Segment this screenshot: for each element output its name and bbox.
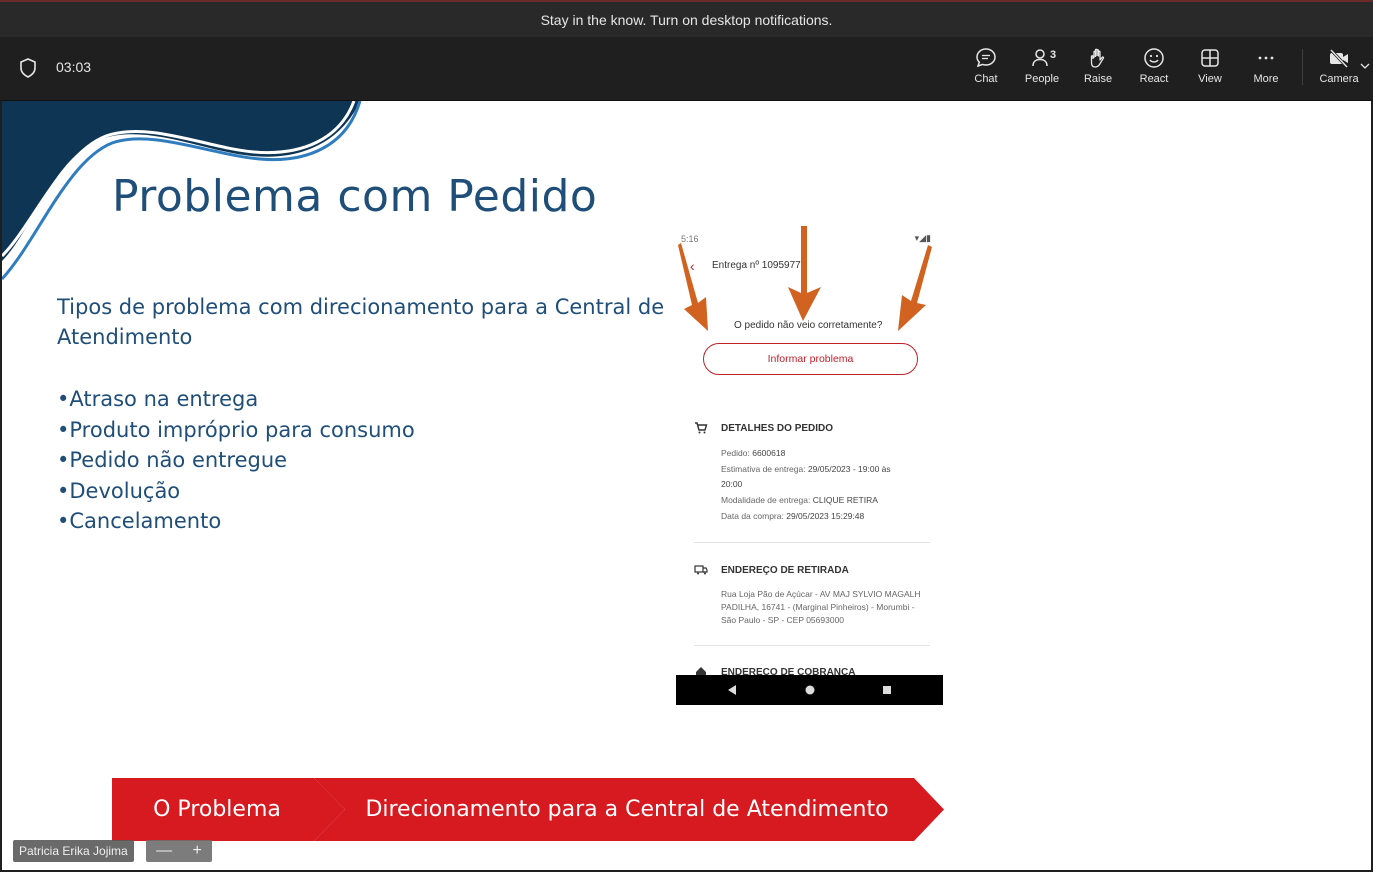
presenter-name: Patricia Erika Jojima [19, 844, 128, 858]
delivery-estimate-end: 20:00 [721, 479, 743, 489]
view-button[interactable]: View [1182, 47, 1238, 93]
divider [694, 645, 930, 646]
meeting-toolbar: 03:03 Chat 3 People Raise React View Mor… [0, 37, 1373, 101]
ellipsis-icon [1258, 56, 1274, 60]
order-details-title: DETALHES DO PEDIDO [721, 423, 834, 434]
hand-icon [1090, 48, 1105, 68]
pickup-address-line: São Paulo - SP - CEP 05693000 [721, 615, 845, 625]
more-button[interactable]: More [1238, 47, 1294, 93]
slide-title: Problema com Pedido [112, 171, 598, 222]
zoom-out-button[interactable]: — [156, 842, 172, 860]
view-label: View [1198, 73, 1222, 85]
zoom-in-button[interactable]: + [192, 842, 201, 860]
nav-home-icon [805, 685, 815, 695]
notification-text: Stay in the know. Turn on desktop notifi… [540, 11, 833, 28]
camera-off-icon [1329, 48, 1349, 69]
zoom-controls: — + [146, 840, 212, 862]
pickup-address-line: Rua Loja Pão de Açúcar - AV MAJ SYLVIO M… [721, 589, 921, 599]
report-problem-button: Informar problema [703, 343, 918, 375]
list-item: •Produto impróprio para consumo [57, 417, 415, 442]
report-problem-label: Informar problema [767, 353, 854, 365]
react-label: React [1139, 73, 1169, 85]
step-label-problem: O Problema [153, 797, 281, 822]
arrow-down-icon [678, 243, 708, 331]
step-label-redirect: Direcionamento para a Central de Atendim… [365, 797, 889, 822]
chevron-down-icon[interactable] [1360, 61, 1370, 71]
people-button[interactable]: 3 People [1014, 47, 1070, 93]
list-item: •Atraso na entrega [57, 387, 259, 411]
annotation-arrows [678, 226, 932, 331]
order-number: Pedido: 6600618 [721, 448, 786, 458]
pickup-address-title: ENDEREÇO DE RETIRADA [721, 565, 849, 576]
slide-intro: Tipos de problema com direcionamento par… [57, 295, 665, 349]
chat-button[interactable]: Chat [958, 47, 1014, 93]
arrow-down-icon [898, 245, 932, 331]
chat-icon [976, 48, 996, 68]
people-count: 3 [1050, 49, 1057, 61]
cart-icon [695, 422, 708, 434]
delivery-mode: Modalidade de entrega: CLIQUE RETIRA [721, 495, 878, 505]
nav-recent-icon [883, 686, 891, 694]
list-item: •Cancelamento [57, 509, 222, 533]
problem-type-list: •Atraso na entrega •Produto impróprio pa… [57, 384, 415, 537]
more-label: More [1253, 73, 1279, 85]
shared-slide: Problema com Pedido Tipos de problema co… [2, 101, 1371, 870]
truck-icon [694, 565, 708, 575]
chat-label: Chat [974, 73, 998, 85]
list-item: •Devolução [57, 478, 181, 503]
smiley-icon [1144, 48, 1164, 68]
toolbar-divider [1302, 49, 1303, 85]
nav-back-icon [728, 685, 736, 695]
camera-label: Camera [1319, 73, 1359, 85]
phone-nav-bar [676, 675, 943, 705]
grid-view-icon [1201, 49, 1219, 67]
raise-label: Raise [1083, 73, 1113, 85]
pickup-address-line: PADILHA, 16741 - (Marginal Pinheiros) - … [721, 602, 915, 612]
presenter-name-tag: Patricia Erika Jojima [13, 840, 134, 862]
list-item: •Pedido não entregue [57, 448, 288, 472]
delivery-estimate: Estimativa de entrega: 29/05/2023 - 19:0… [721, 464, 891, 474]
purchase-date: Data da compra: 29/05/2023 15:29:48 [721, 511, 865, 521]
meeting-timer: 03:03 [56, 59, 92, 75]
camera-button[interactable]: Camera [1311, 47, 1367, 93]
arrow-down-icon [788, 226, 821, 321]
react-button[interactable]: React [1126, 47, 1182, 93]
raise-hand-button[interactable]: Raise [1070, 47, 1126, 93]
divider [694, 542, 930, 543]
notification-banner[interactable]: Stay in the know. Turn on desktop notifi… [0, 0, 1373, 37]
shield-icon[interactable] [19, 58, 37, 78]
people-label: People [1024, 73, 1060, 85]
